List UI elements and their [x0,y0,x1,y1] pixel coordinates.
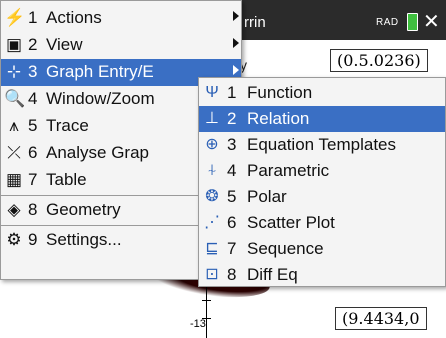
menu-item-label: Analyse Grap [46,143,149,162]
sequence-icon: ⊑ [205,240,219,257]
submenu-arrow-icon [233,38,239,48]
submenu-arrow-icon [233,11,239,21]
menu-item-label: Table [46,170,87,189]
menu-item-label: Actions [46,8,102,27]
submenu-item-scatter-plot[interactable]: ⋰ 6 Scatter Plot [199,210,445,236]
submenu-item-number: 5 [227,187,237,206]
y-axis [206,283,207,338]
submenu-item-relation[interactable]: ⊥ 2 Relation [199,106,445,132]
menu-item-number: 1 [28,8,38,27]
submenu-item-label: Diff Eq [247,265,298,284]
submenu-item-number: 2 [227,109,237,128]
menu-item-label: Trace [46,116,89,135]
submenu-item-number: 1 [227,83,237,102]
trace-icon: ⩚ [9,116,19,135]
submenu-item-polar[interactable]: ❂ 5 Polar [199,184,445,210]
analyse-icon: ⤫ [7,143,21,162]
relation-icon: ⊥ [205,110,219,127]
submenu-item-label: Scatter Plot [247,213,335,232]
polar-icon: ❂ [205,188,219,205]
menu-item-number: 8 [28,200,38,219]
axis-tick [202,300,211,301]
point-coordinates-bottom[interactable]: (9.4434,0 [335,307,427,330]
function-icon: Ψ [205,84,219,101]
table-icon: ▦ [5,170,23,189]
submenu-item-number: 8 [227,265,237,284]
lightning-icon: ⚡ [4,8,26,27]
menu-item-number: 5 [28,116,38,135]
axis-tick-label: -13 [190,318,206,330]
menu-item-number: 9 [28,230,38,249]
submenu-arrow-icon [233,65,239,75]
diff-eq-icon: ⊡ [205,266,219,283]
angle-mode-indicator: RAD [376,17,399,28]
submenu-item-function[interactable]: Ψ 1 Function [199,80,445,106]
equation-templates-icon: ⊕ [205,136,219,153]
menu-item-number: 2 [28,35,38,54]
submenu-item-sequence[interactable]: ⊑ 7 Sequence [199,236,445,262]
graph-entry-submenu: Ψ 1 Function ⊥ 2 Relation ⊕ 3 Equation Templates… [198,77,446,287]
menu-item-label: Settings... [46,230,122,249]
gear-icon: ⚙ [6,230,22,249]
menu-item-number: 3 [28,62,38,81]
scatter-plot-icon: ⋰ [204,214,220,231]
parametric-icon: ⍭ [207,162,217,179]
menu-item-label: Graph Entry/E [46,62,154,81]
view-icon: ▣ [5,35,23,54]
submenu-item-number: 7 [227,239,237,258]
menu-item-label: View [46,35,83,54]
submenu-item-label: Equation Templates [247,135,397,154]
menu-item-view[interactable]: ▣ 2 View [1,32,241,59]
submenu-item-label: Function [247,83,313,102]
document-title: rrin [244,14,266,31]
submenu-item-label: Sequence [247,239,324,258]
menu-item-number: 7 [28,170,38,189]
menu-item-actions[interactable]: ⚡ 1 Actions [1,5,241,32]
menu-item-label: Geometry [46,200,121,219]
graph-entry-icon: ⊹ [6,62,22,81]
submenu-item-number: 6 [227,213,237,232]
submenu-item-equation-templates[interactable]: ⊕ 3 Equation Templates [199,132,445,158]
submenu-item-number: 3 [227,135,237,154]
submenu-item-diff-eq[interactable]: ⊡ 8 Diff Eq [199,262,445,288]
submenu-item-number: 4 [227,161,237,180]
point-coordinates-top[interactable]: (0.5.0236) [330,49,428,72]
geometry-icon: ◈ [7,200,21,219]
submenu-item-label: Relation [247,109,310,128]
zoom-icon: 🔍 [4,89,26,108]
menu-item-number: 6 [28,143,38,162]
menu-item-label: Window/Zoom [46,89,155,108]
battery-icon [407,13,418,31]
submenu-item-label: Parametric [247,161,330,180]
menu-item-number: 4 [28,89,38,108]
submenu-item-parametric[interactable]: ⍭ 4 Parametric [199,158,445,184]
submenu-item-label: Polar [247,187,287,206]
close-icon[interactable]: ✕ [423,9,440,34]
